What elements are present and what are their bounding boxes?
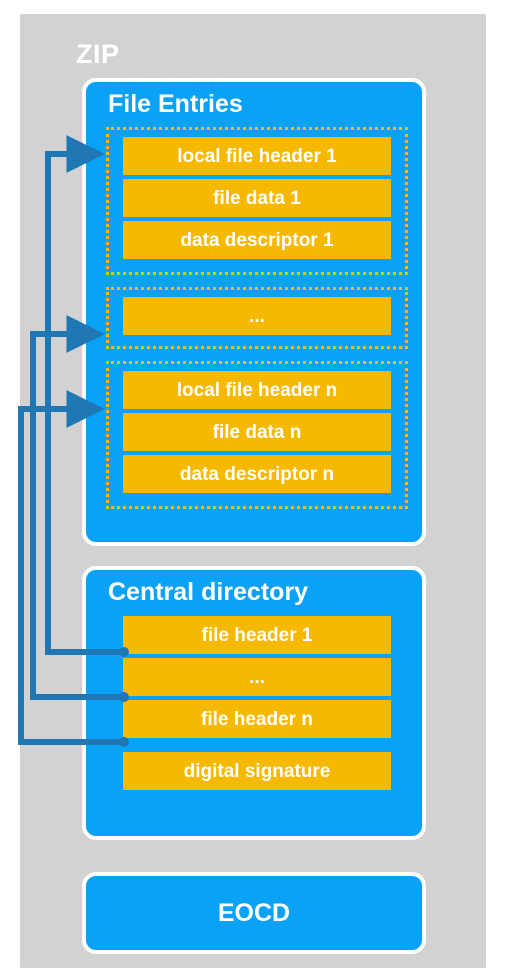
record-local-file-header-n: local file header n — [123, 371, 391, 409]
section-eocd-title: EOCD — [217, 898, 291, 927]
section-central-directory-title: Central directory — [108, 578, 309, 606]
file-entry-group-n: local file header n file data n data des… — [106, 361, 408, 509]
record-file-data-1: file data 1 — [123, 179, 391, 217]
record-cd-file-header-1: file header 1 — [123, 616, 391, 654]
record-local-file-header-1: local file header 1 — [123, 137, 391, 175]
section-central-directory: Central directory file header 1 ... file… — [82, 566, 426, 840]
section-eocd: EOCD — [82, 872, 426, 954]
record-file-data-n: file data n — [123, 413, 391, 451]
record-data-descriptor-n: data descriptor n — [123, 455, 391, 493]
record-data-descriptor-1: data descriptor 1 — [123, 221, 391, 259]
diagram-canvas: ZIP File Entries local file header 1 fil… — [0, 0, 506, 980]
file-entry-group-ellipsis: ... — [106, 287, 408, 349]
central-directory-records: file header 1 ... file header n digital … — [106, 616, 408, 790]
record-cd-digital-signature: digital signature — [123, 752, 391, 790]
zip-title: ZIP — [76, 39, 120, 69]
section-file-entries: File Entries local file header 1 file da… — [82, 78, 426, 546]
record-cd-file-header-n: file header n — [123, 700, 391, 738]
record-cd-ellipsis: ... — [123, 658, 391, 696]
section-file-entries-title: File Entries — [108, 90, 243, 118]
file-entry-group-1: local file header 1 file data 1 data des… — [106, 127, 408, 275]
record-file-entries-ellipsis: ... — [123, 297, 391, 335]
